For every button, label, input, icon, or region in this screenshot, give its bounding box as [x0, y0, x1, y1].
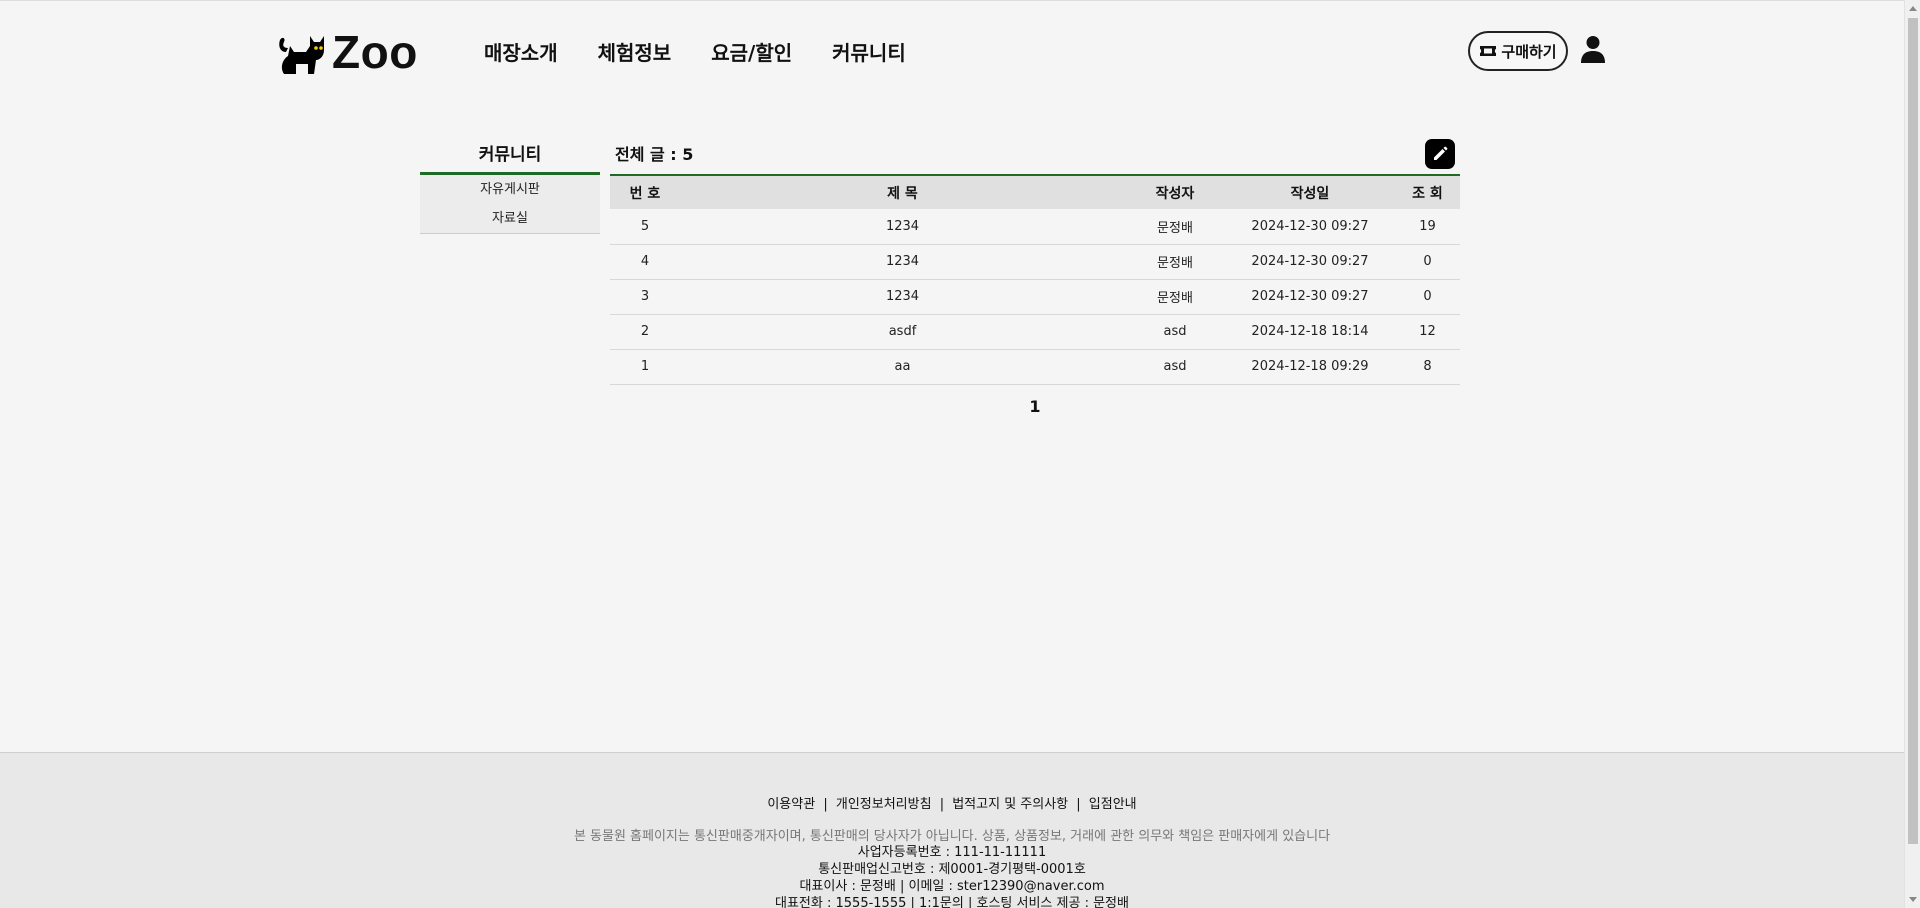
sidebar-title: 커뮤니티	[420, 131, 600, 175]
footer-link-vendor[interactable]: 입점안내	[1089, 797, 1137, 812]
table-row[interactable]: 3 1234 문정배 2024-12-30 09:27 0	[610, 279, 1460, 315]
total-posts-count: 전체 글 : 5	[615, 145, 694, 164]
footer-links: 이용약관 | 개인정보처리방침 | 법적고지 및 주의사항 | 입점안내	[0, 793, 1904, 812]
cell-views: 8	[1395, 349, 1460, 385]
scroll-up-icon[interactable]	[1909, 6, 1917, 11]
cell-title[interactable]: aa	[680, 349, 1125, 385]
footer-link-privacy[interactable]: 개인정보처리방침	[836, 797, 932, 812]
column-header-views: 조 회	[1412, 185, 1443, 202]
column-header-author: 작성자	[1155, 185, 1195, 202]
cell-title[interactable]: 1234	[680, 209, 1125, 245]
table-row[interactable]: 4 1234 문정배 2024-12-30 09:27 0	[610, 244, 1460, 280]
cell-number: 5	[610, 209, 680, 245]
footer-link-legal[interactable]: 법적고지 및 주의사항	[952, 797, 1068, 812]
nav-item-store[interactable]: 매장소개	[484, 37, 558, 66]
cell-author: asd	[1125, 314, 1225, 350]
main-nav: 매장소개 체험정보 요금/할인 커뮤니티	[484, 37, 906, 66]
nav-item-experience[interactable]: 체험정보	[598, 37, 672, 66]
cell-views: 19	[1395, 209, 1460, 245]
column-header-number: 번 호	[629, 185, 661, 202]
sidebar-item-free-board[interactable]: 자유게시판	[420, 175, 600, 204]
vertical-scrollbar[interactable]	[1904, 0, 1920, 908]
post-table: 번 호 제 목 작성자 작성일 조 회 5 1234 문정배 2024-12-3…	[610, 174, 1460, 385]
cell-number: 1	[610, 349, 680, 385]
buy-ticket-label: 구매하기	[1501, 42, 1557, 61]
user-icon[interactable]	[1580, 35, 1606, 63]
cell-title[interactable]: 1234	[680, 244, 1125, 280]
logo-text: Zoo	[332, 26, 418, 78]
footer: 이용약관 | 개인정보처리방침 | 법적고지 및 주의사항 | 입점안내 본 동…	[0, 752, 1904, 908]
cell-date: 2024-12-30 09:27	[1225, 279, 1395, 315]
cell-title[interactable]: asdf	[680, 314, 1125, 350]
nav-item-pricing[interactable]: 요금/할인	[711, 37, 792, 66]
cell-date: 2024-12-18 09:29	[1225, 349, 1395, 385]
footer-separator: |	[1076, 797, 1081, 812]
page: Zoo 매장소개 체험정보 요금/할인 커뮤니티 구매하기 커뮤니티 자유게시판…	[0, 0, 1904, 908]
cell-date: 2024-12-30 09:27	[1225, 209, 1395, 245]
scroll-down-icon[interactable]	[1909, 897, 1917, 902]
column-header-date: 작성일	[1290, 185, 1330, 202]
cell-author: asd	[1125, 349, 1225, 385]
footer-phone: 대표전화 : 1555-1555 | 1:1문의 | 호스팅 서비스 제공 : …	[775, 896, 1129, 908]
sidebar-item-archive[interactable]: 자료실	[420, 204, 600, 233]
table-row[interactable]: 2 asdf asd 2024-12-18 18:14 12	[610, 314, 1460, 350]
footer-mail-order-number: 통신판매업신고번호 : 제0001-경기평택-0001호	[818, 862, 1086, 877]
sidebar: 커뮤니티 자유게시판 자료실	[420, 131, 600, 234]
footer-separator: |	[823, 797, 828, 812]
footer-ceo-email: 대표이사 : 문정배 | 이메일 : ster12390@naver.com	[799, 879, 1105, 894]
column-header-title: 제 목	[887, 185, 918, 202]
cell-author: 문정배	[1125, 209, 1225, 245]
footer-separator: |	[939, 797, 945, 812]
pencil-icon	[1434, 146, 1448, 160]
cell-number: 2	[610, 314, 680, 350]
cell-date: 2024-12-18 18:14	[1225, 314, 1395, 350]
pagination: 1	[610, 397, 1460, 416]
footer-disclaimer: 본 동물원 홈페이지는 통신판매중개자이며, 통신판매의 당사자가 아닙니다. …	[573, 829, 1331, 844]
logo[interactable]: Zoo	[276, 26, 418, 78]
cell-views: 0	[1395, 279, 1460, 315]
cell-views: 12	[1395, 314, 1460, 350]
table-header-row: 번 호 제 목 작성자 작성일 조 회	[610, 175, 1460, 209]
write-post-button[interactable]	[1425, 139, 1455, 169]
cell-author: 문정배	[1125, 279, 1225, 315]
cat-logo-icon	[279, 36, 324, 74]
cell-date: 2024-12-30 09:27	[1225, 244, 1395, 280]
ticket-icon	[1480, 46, 1497, 56]
cell-number: 4	[610, 244, 680, 280]
nav-item-community[interactable]: 커뮤니티	[832, 37, 906, 66]
footer-link-terms[interactable]: 이용약관	[767, 797, 815, 812]
footer-business-number: 사업자등록번호 : 111-11-11111	[857, 845, 1047, 860]
buy-ticket-button[interactable]: 구매하기	[1468, 31, 1568, 71]
cell-title[interactable]: 1234	[680, 279, 1125, 315]
table-row[interactable]: 1 aa asd 2024-12-18 09:29 8	[610, 349, 1460, 385]
scroll-thumb[interactable]	[1908, 18, 1918, 844]
cell-number: 3	[610, 279, 680, 315]
table-row[interactable]: 5 1234 문정배 2024-12-30 09:27 19	[610, 209, 1460, 245]
cell-author: 문정배	[1125, 244, 1225, 280]
sidebar-list: 자유게시판 자료실	[420, 175, 600, 234]
page-link-1[interactable]: 1	[1029, 397, 1040, 416]
cell-views: 0	[1395, 244, 1460, 280]
